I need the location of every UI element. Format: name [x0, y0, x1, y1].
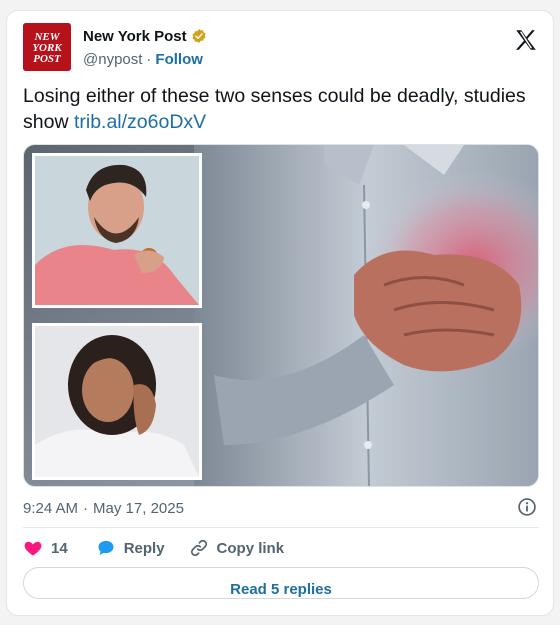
- tweet-card: NEW YORK POST New York Post @nypost · Fo…: [6, 10, 554, 616]
- tweet-time: 9:24 AM: [23, 499, 79, 517]
- copy-link-button[interactable]: Copy link: [189, 538, 285, 558]
- reply-label: Reply: [123, 539, 165, 557]
- follow-button[interactable]: Follow: [155, 51, 203, 68]
- tweet-timestamp[interactable]: 9:24 AM · May 17, 2025: [23, 497, 184, 519]
- author-avatar[interactable]: NEW YORK POST: [23, 23, 71, 71]
- like-count: 14: [51, 539, 68, 557]
- tweet-actions: 14 Reply Copy link: [23, 535, 284, 561]
- x-logo-icon[interactable]: [513, 27, 539, 53]
- read-replies-label: Read 5 replies: [230, 580, 332, 598]
- tweet-media[interactable]: [23, 144, 539, 487]
- tweet-text: Losing either of these two senses could …: [23, 83, 543, 135]
- divider: [23, 527, 539, 528]
- author-handle[interactable]: @nypost: [83, 51, 142, 68]
- reply-button[interactable]: Reply: [96, 538, 165, 558]
- tweet-date: May 17, 2025: [93, 499, 184, 517]
- read-replies-button[interactable]: Read 5 replies: [23, 567, 539, 599]
- ny-post-logo-icon: NEW YORK POST: [23, 23, 71, 71]
- heart-icon: [24, 541, 42, 556]
- speech-bubble-icon: [98, 540, 114, 555]
- handle-separator: ·: [146, 50, 152, 68]
- copy-link-label: Copy link: [216, 539, 285, 557]
- tweet-link[interactable]: trib.al/zo6oDxV: [74, 111, 206, 133]
- author-block: New York Post @nypost · Follow: [83, 25, 207, 70]
- svg-text:POST: POST: [33, 53, 62, 65]
- media-image: [24, 145, 538, 486]
- link-icon: [190, 539, 207, 557]
- author-name[interactable]: New York Post: [83, 28, 187, 45]
- like-button[interactable]: 14: [23, 538, 68, 558]
- info-icon[interactable]: [517, 497, 537, 517]
- verified-badge-icon: [192, 29, 206, 43]
- tweet-header: NEW YORK POST New York Post @nypost · Fo…: [23, 23, 539, 71]
- timestamp-separator: ·: [83, 499, 89, 517]
